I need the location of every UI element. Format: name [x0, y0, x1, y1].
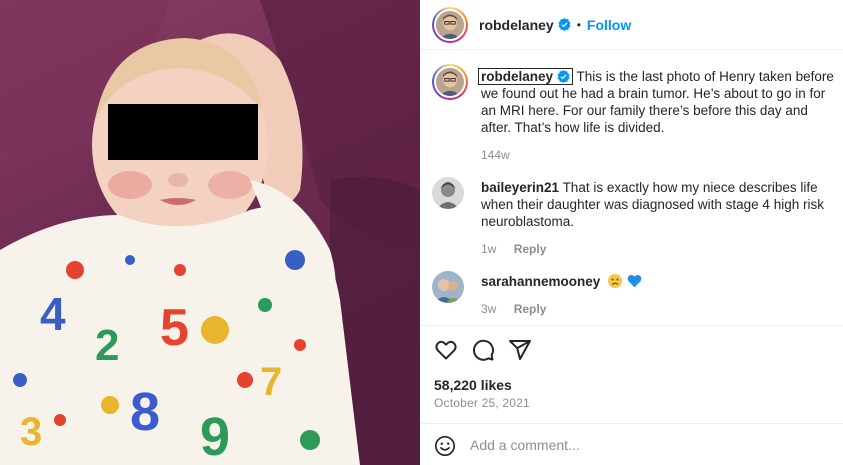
svg-text:3: 3 [20, 410, 42, 454]
caption-username-box[interactable]: robdelaney [478, 68, 574, 85]
caption-avatar-image [436, 68, 464, 96]
comment-username[interactable]: sarahannemooney [481, 274, 600, 289]
comment-meta: 1w Reply [481, 241, 841, 258]
follow-button[interactable]: Follow [587, 17, 631, 33]
comment-meta: 3w Reply [481, 301, 841, 318]
verified-badge-icon [557, 70, 570, 83]
svg-text:2: 2 [95, 321, 119, 370]
likes-count[interactable]: 58,220 likes [434, 377, 512, 393]
commenter-avatar[interactable] [432, 177, 464, 209]
comment-body: baileyerin21 That is exactly how my niec… [481, 179, 841, 258]
post-photo[interactable]: 5 4 2 8 9 3 7 [0, 0, 420, 465]
svg-text:5: 5 [160, 299, 189, 357]
caption-body: robdelaney This is the last photo of Hen… [478, 68, 841, 164]
caption-time: 144w [481, 148, 510, 162]
author-avatar[interactable] [432, 6, 468, 43]
blue-heart-emoji-icon [627, 274, 642, 288]
caption-meta: 144w [481, 147, 841, 164]
caption-author-avatar[interactable] [432, 64, 468, 100]
post-details-panel: robdelaney • Follow robdelaney This is t… [420, 0, 843, 465]
header-separator: • [576, 17, 581, 32]
commenter-avatar-image [432, 271, 464, 303]
caption-username[interactable]: robdelaney [481, 69, 553, 84]
post-date: October 25, 2021 [434, 396, 530, 410]
share-icon[interactable] [508, 338, 532, 362]
reply-button[interactable]: Reply [514, 302, 547, 316]
commenter-avatar[interactable] [432, 271, 464, 303]
svg-text:9: 9 [200, 407, 230, 465]
sad-face-emoji-icon [608, 274, 623, 288]
comments-section: robdelaney This is the last photo of Hen… [420, 50, 843, 325]
commenter-avatar-image [432, 177, 464, 209]
add-comment-bar [420, 423, 843, 465]
post-actions [420, 325, 843, 371]
verified-badge-icon [558, 18, 571, 31]
reply-button[interactable]: Reply [514, 242, 547, 256]
heart-icon[interactable] [434, 338, 458, 362]
post-photo-illustration: 5 4 2 8 9 3 7 [0, 0, 420, 465]
author-avatar-image [436, 10, 464, 39]
comment-username[interactable]: baileyerin21 [481, 180, 559, 195]
emoji-icon[interactable] [434, 435, 456, 457]
svg-text:8: 8 [130, 382, 160, 442]
svg-text:7: 7 [260, 360, 282, 404]
comment-input[interactable] [470, 433, 820, 457]
svg-text:4: 4 [40, 288, 66, 340]
comment-time: 1w [481, 242, 497, 256]
comment-icon[interactable] [471, 338, 495, 362]
author-username[interactable]: robdelaney [479, 17, 554, 33]
comment-time: 3w [481, 302, 497, 316]
post-header: robdelaney • Follow [420, 0, 843, 50]
comment-body: sarahannemooney 3w Reply [481, 273, 841, 318]
